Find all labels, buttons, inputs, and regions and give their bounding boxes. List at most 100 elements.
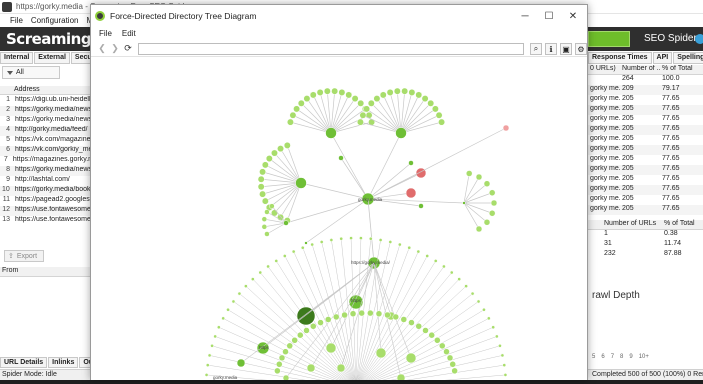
graph-node[interactable] (442, 264, 446, 269)
graph-node[interactable] (405, 187, 417, 199)
graph-node[interactable] (257, 175, 265, 183)
graph-node[interactable] (498, 343, 502, 348)
graph-node[interactable] (244, 284, 248, 288)
graph-node[interactable] (264, 209, 270, 215)
graph-node[interactable] (359, 111, 367, 119)
table-row[interactable]: 13 https://use.fontawesome. (0, 216, 94, 226)
graph-node[interactable] (310, 323, 317, 330)
graph-node[interactable] (483, 219, 491, 226)
graph-node[interactable] (210, 343, 214, 348)
dialog-menu-file[interactable]: File (99, 29, 112, 38)
graph-node[interactable] (286, 342, 293, 350)
graph-node[interactable] (418, 203, 424, 209)
graph-node[interactable] (384, 311, 391, 319)
tab-inlinks[interactable]: Inlinks (48, 357, 79, 368)
graph-node[interactable] (277, 145, 284, 153)
graph-node[interactable] (341, 311, 348, 319)
graph-node[interactable] (289, 111, 297, 119)
minimize-icon[interactable]: ─ (518, 9, 532, 23)
graph-node[interactable] (379, 91, 387, 99)
graph-node[interactable] (261, 161, 269, 169)
graph-node[interactable] (405, 352, 417, 364)
graph-node[interactable] (396, 373, 406, 380)
tab-response-times[interactable]: Response Times (588, 52, 652, 64)
graph-node[interactable] (310, 242, 314, 247)
graph-node[interactable] (503, 373, 508, 377)
graph-node[interactable] (324, 316, 332, 323)
graph-node[interactable] (356, 118, 364, 126)
graph-node[interactable] (221, 316, 226, 321)
graph-node[interactable] (482, 307, 486, 312)
graph-node[interactable] (295, 177, 307, 189)
back-icon[interactable]: ❮ (96, 43, 108, 54)
graph-node[interactable] (483, 180, 491, 187)
graph-node[interactable] (502, 363, 507, 367)
graph-node[interactable] (259, 190, 267, 198)
graph-node[interactable] (488, 189, 496, 196)
settings-icon[interactable]: ⚙ (575, 43, 587, 55)
graph-node[interactable] (408, 319, 415, 326)
summary-header-number[interactable]: Number of URLs (602, 220, 662, 229)
graph-node[interactable] (490, 199, 498, 207)
graph-node[interactable] (465, 170, 473, 177)
graph-node[interactable] (303, 327, 310, 334)
graph-node[interactable] (457, 277, 461, 281)
graph-node[interactable] (286, 118, 294, 126)
graph-node[interactable] (446, 354, 454, 362)
close-icon[interactable]: ✕ (566, 9, 580, 23)
graph-node[interactable] (431, 105, 439, 113)
from-column-header[interactable]: From (0, 267, 94, 277)
graph-node[interactable] (325, 342, 337, 354)
right-header-urls[interactable]: 0 URLs) (588, 65, 620, 74)
table-row[interactable]: 3 https://gorky.media/news/ (0, 116, 94, 126)
graph-node[interactable] (415, 167, 427, 179)
table-row[interactable]: gorky me...205 77.65 (588, 115, 703, 125)
graph-node[interactable] (282, 374, 290, 380)
graph-node[interactable] (266, 264, 270, 269)
graph-node[interactable] (205, 363, 210, 367)
graph-node[interactable] (443, 348, 450, 355)
table-row[interactable]: gorky me...205 77.65 (588, 135, 703, 145)
right-header-percent[interactable]: % of Total (660, 65, 703, 74)
graph-node[interactable] (316, 88, 324, 96)
graph-node[interactable] (283, 141, 291, 149)
table-row[interactable]: 1 0.38 (588, 230, 703, 240)
table-row[interactable]: gorky me...205 77.65 (588, 125, 703, 135)
graph-node[interactable] (400, 316, 408, 323)
graph-node[interactable] (363, 105, 371, 113)
graph-node[interactable] (351, 95, 359, 103)
table-row[interactable]: gorky me...205 77.65 (588, 185, 703, 195)
forward-icon[interactable]: ❯ (109, 43, 121, 54)
graph-node[interactable] (416, 249, 421, 254)
table-row[interactable]: gorky me...205 77.65 (588, 175, 703, 185)
table-row[interactable]: 4 http://gorky.media/feed/ (0, 126, 94, 136)
graph-node[interactable] (338, 88, 346, 96)
refresh-icon[interactable]: ⟳ (122, 43, 134, 54)
graph-node[interactable] (451, 367, 458, 375)
graph-node[interactable] (258, 270, 263, 275)
graph-node[interactable] (386, 88, 394, 96)
graph-node[interactable] (435, 111, 443, 119)
graph-node[interactable] (395, 127, 407, 139)
graph-node[interactable] (329, 238, 334, 242)
graph-node[interactable] (269, 203, 275, 209)
summary-header-percent[interactable]: % of Total (662, 220, 703, 229)
graph-canvas[interactable] (91, 58, 587, 380)
graph-node[interactable] (297, 99, 305, 107)
graph-node[interactable] (373, 95, 381, 103)
graph-node[interactable] (401, 87, 409, 95)
table-row[interactable]: 12 https://use.fontawesome. (0, 206, 94, 216)
table-row[interactable]: 11 https://pagead2.googlesy (0, 196, 94, 206)
graph-node[interactable] (278, 354, 286, 362)
graph-node[interactable] (375, 347, 387, 359)
maximize-icon[interactable]: ☐ (542, 9, 556, 23)
graph-node[interactable] (265, 155, 273, 162)
filter-dropdown[interactable]: All (2, 66, 60, 79)
graph-node[interactable] (358, 309, 365, 317)
graph-node[interactable] (297, 331, 304, 339)
graph-node[interactable] (368, 236, 373, 241)
table-row[interactable]: gorky me...205 77.65 (588, 165, 703, 175)
tab-spelling[interactable]: Spelling (673, 52, 703, 64)
graph-node[interactable] (323, 87, 331, 95)
info-button-icon[interactable]: ℹ (545, 43, 557, 55)
